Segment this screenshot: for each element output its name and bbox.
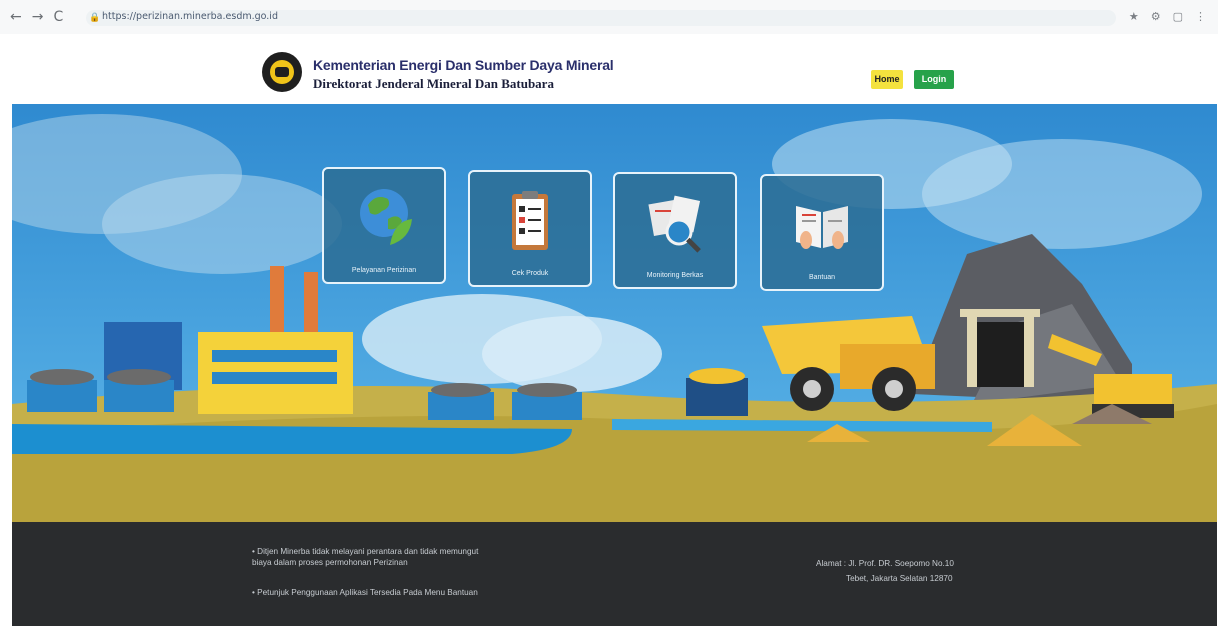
tile-pelayanan-perizinan[interactable]: Pelayanan Perizinan — [322, 167, 446, 284]
browser-right-icons: ★ ⚙ ▢ ⋮ — [1129, 10, 1206, 23]
clipboard-checklist-icon — [512, 191, 548, 250]
bullet-icon: • — [252, 547, 255, 556]
notice-bullet: • Ditjen Minerba tidak melayani perantar… — [252, 546, 482, 568]
login-button[interactable]: Login — [914, 70, 954, 89]
bullet-icon: • — [252, 588, 255, 597]
url-text[interactable]: https://perizinan.minerba.esdm.go.id — [102, 11, 278, 22]
site-footer — [12, 522, 1217, 626]
menu-icon[interactable]: ⋮ — [1195, 10, 1206, 23]
address-line: Tebet, Jakarta Selatan 12870 — [846, 574, 953, 583]
back-icon[interactable]: ← — [10, 9, 22, 25]
globe-leaf-icon — [360, 189, 412, 245]
hero-banner: Pelayanan Perizinan Cek Produk Monitorin… — [12, 104, 1217, 522]
documents-search-icon — [648, 195, 701, 253]
lock-icon: 🔒 — [89, 12, 101, 22]
tile-monitoring-berkas[interactable]: Monitoring Berkas — [613, 172, 737, 289]
address-line: Alamat : Jl. Prof. DR. Soepomo No.10 — [816, 559, 954, 568]
mining-illustration — [12, 104, 1217, 522]
reload-icon[interactable]: C — [53, 9, 63, 25]
star-icon[interactable]: ★ — [1129, 10, 1139, 23]
tile-label: Pelayanan Perizinan — [351, 267, 417, 274]
tile-bantuan[interactable]: Bantuan — [760, 174, 884, 291]
home-button[interactable]: Home — [871, 70, 903, 89]
notice-text: Ditjen Minerba tidak melayani perantara … — [252, 547, 479, 567]
open-book-icon — [796, 206, 848, 249]
tile-label: Cek Produk — [511, 270, 549, 277]
browser-nav: ← → C — [10, 9, 63, 25]
ministry-logo — [262, 52, 302, 92]
notice-bullet: • Petunjuk Penggunaan Aplikasi Tersedia … — [252, 587, 482, 598]
tile-cek-produk[interactable]: Cek Produk — [468, 170, 592, 287]
page: ← → C 🔒 https://perizinan.minerba.esdm.g… — [0, 0, 1218, 636]
org-subtitle: Direktorat Jenderal Mineral Dan Batubara — [313, 76, 554, 91]
forward-icon[interactable]: → — [32, 9, 44, 25]
tile-label: Bantuan — [808, 274, 836, 281]
org-title: Kementerian Energi Dan Sumber Daya Miner… — [313, 57, 614, 73]
notice-text: Petunjuk Penggunaan Aplikasi Tersedia Pa… — [257, 588, 478, 597]
extension-icon[interactable]: ⚙ — [1151, 10, 1161, 23]
browser-toolbar: ← → C 🔒 https://perizinan.minerba.esdm.g… — [0, 0, 1218, 34]
tab-icon[interactable]: ▢ — [1173, 10, 1183, 23]
tile-label: Monitoring Berkas — [646, 272, 704, 279]
